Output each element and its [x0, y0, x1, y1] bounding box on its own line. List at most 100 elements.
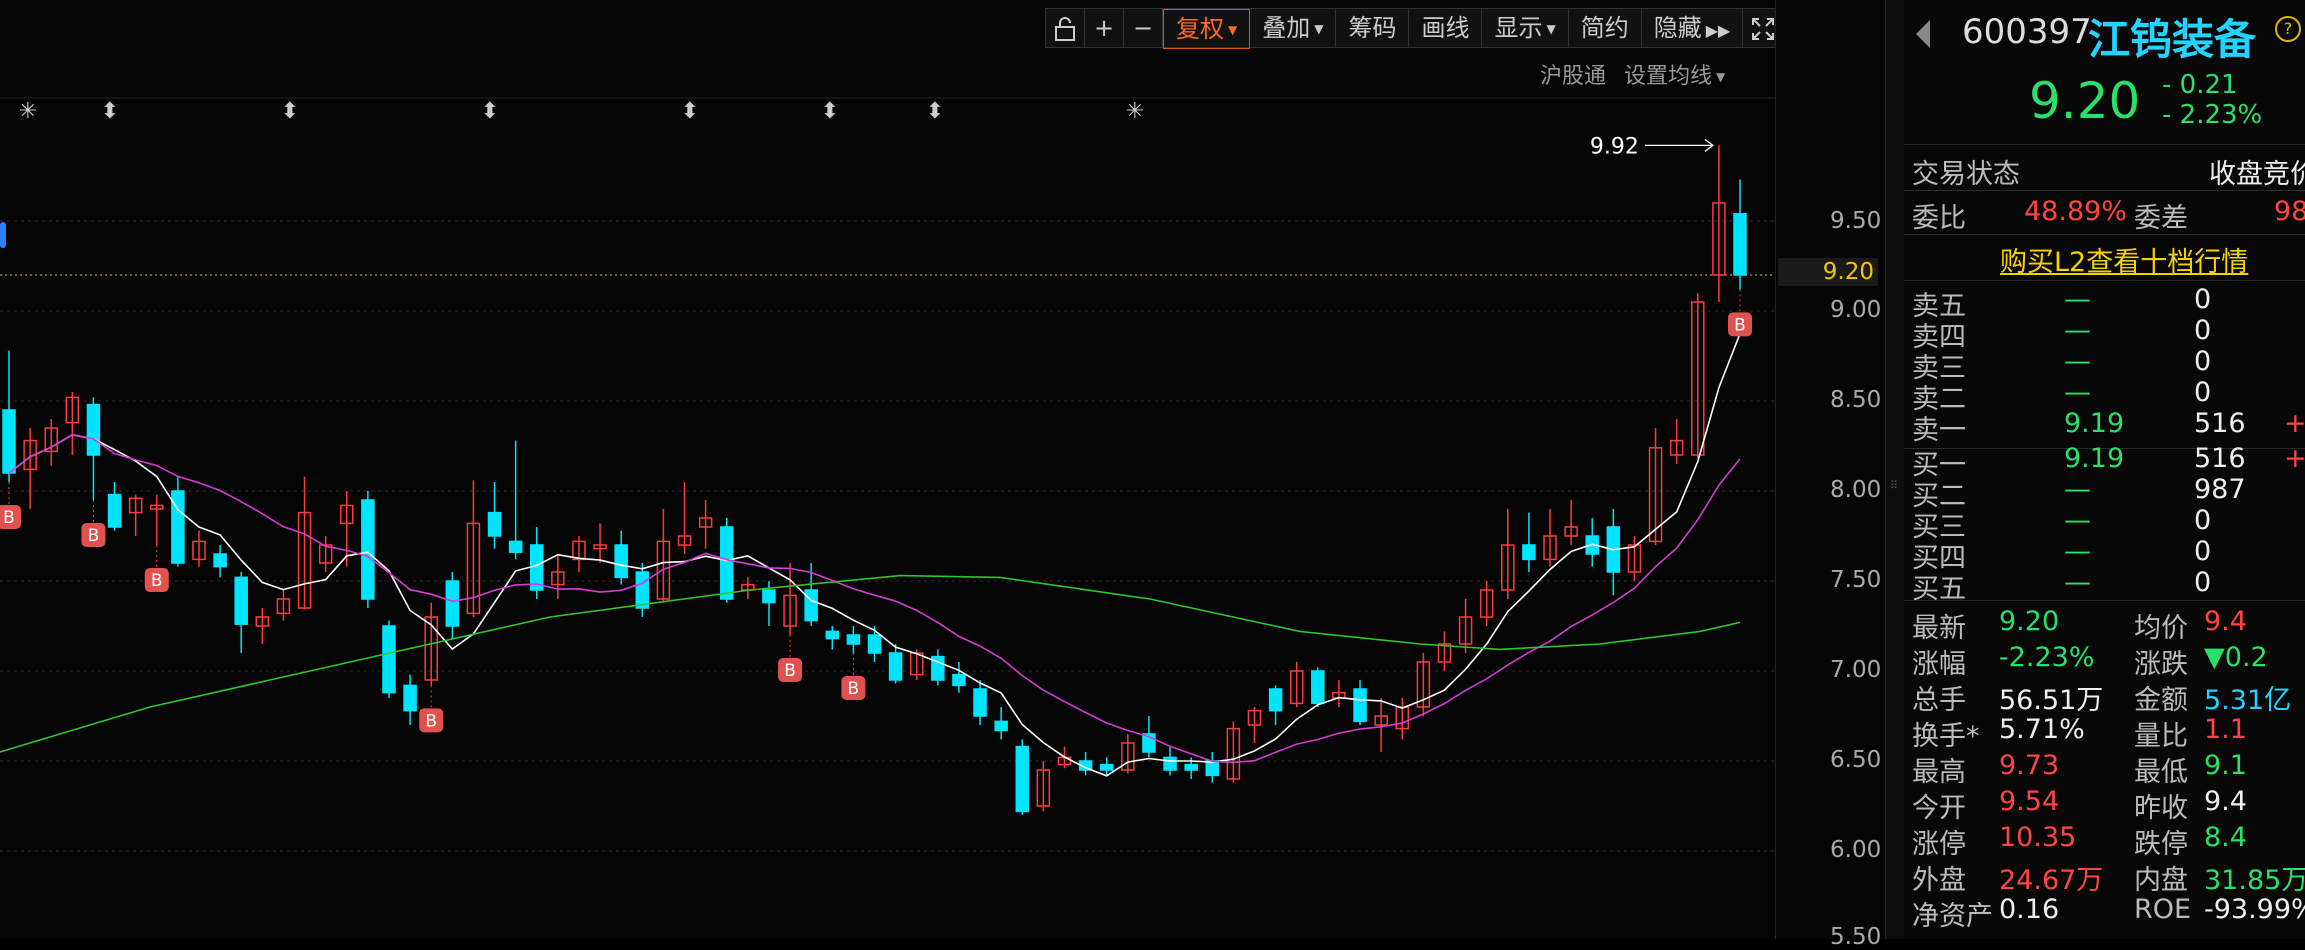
yincang-button[interactable]: 隐藏 ▶▶	[1642, 9, 1744, 47]
hugutong-link[interactable]: 沪股通	[1540, 58, 1606, 90]
set-ma-dropdown[interactable]: 设置均线 ▼	[1624, 58, 1725, 90]
help-icon[interactable]: ?	[2275, 16, 2301, 42]
orderbook-volume: 516	[2194, 408, 2246, 439]
chevron-down-icon: ▼	[1228, 23, 1238, 37]
unlock-icon[interactable]	[1046, 9, 1085, 47]
candle-body	[846, 634, 861, 645]
event-marker-icon: ⬍	[481, 99, 499, 124]
chevron-down-icon: ▼	[1716, 70, 1726, 84]
star-icon: ✳	[19, 99, 37, 124]
candle-body	[213, 553, 227, 568]
chouma-button[interactable]: 筹码	[1336, 9, 1410, 47]
candle-body	[1311, 670, 1325, 705]
candle-body	[1015, 745, 1030, 813]
orderbook-volume: 0	[2194, 567, 2212, 598]
stat-value: 24.67万	[1999, 865, 2104, 896]
event-marker-icon: ⬍	[281, 99, 299, 124]
change-value: - 0.21	[2162, 70, 2238, 100]
zoom-out-button[interactable]: −	[1124, 9, 1163, 47]
stat-value: 9.54	[1999, 786, 2060, 817]
stat-label: 均价	[2134, 613, 2188, 644]
panel-splitter[interactable]: ⠿	[1885, 0, 1905, 939]
orderbook-price: —	[2064, 315, 2091, 346]
chevron-down-icon: ▼	[1314, 22, 1324, 36]
stat-label: 涨停	[1912, 829, 1966, 860]
buy-l2-link[interactable]: 购买L2查看十档行情	[2000, 240, 2248, 279]
kline-chart[interactable]: B B B B B B B ✳ ⬍ ⬍ ⬍ ⬍ ⬍ ⬍ ✳ 9.92	[0, 0, 1775, 939]
candle-body	[635, 571, 650, 609]
candle-body	[867, 634, 882, 654]
stat-value: 9.4	[2204, 786, 2247, 817]
trade-status-label: 交易状态	[1912, 159, 2020, 190]
fuquan-button[interactable]: 复权 ▼	[1163, 9, 1251, 49]
stat-value: 9.20	[1999, 606, 2060, 637]
candle-body	[382, 625, 396, 694]
orderbook-delta: +4	[2284, 443, 2305, 474]
candle-body	[508, 540, 523, 553]
collapse-arrow-icon[interactable]	[1916, 20, 1930, 48]
orderbook-volume: 0	[2194, 346, 2212, 377]
candle-body	[973, 688, 987, 717]
event-marker-icon: ⬍	[821, 99, 839, 124]
event-marker-icon: ⬍	[681, 99, 699, 124]
stat-label: 金额	[2134, 685, 2188, 716]
diejia-button[interactable]: 叠加 ▼	[1250, 9, 1337, 47]
current-price-label: 9.20	[1778, 258, 1878, 286]
candle-body	[2, 409, 16, 474]
candle-body	[529, 544, 544, 591]
b-signal-label: B	[151, 571, 163, 591]
stat-value: 9.1	[2204, 750, 2247, 781]
y-tick: 9.00	[1830, 297, 1882, 323]
double-chevron-right-icon: ▶▶	[1705, 21, 1731, 40]
stat-label: 涨幅	[1912, 649, 1966, 680]
stat-value: 5.71%	[1999, 714, 2085, 745]
candle-body	[403, 684, 417, 712]
huaxian-button[interactable]: 画线	[1409, 9, 1483, 47]
stock-header: 600397 江钨装备 ?	[1904, 0, 2305, 70]
stat-value: 56.51万	[1999, 685, 2104, 716]
y-tick: 6.00	[1830, 837, 1882, 863]
fuquan-label: 复权	[1176, 15, 1224, 43]
y-tick: 7.50	[1830, 567, 1882, 593]
orderbook-volume: 516	[2194, 443, 2246, 474]
quote-panel: 600397 江钨装备 ? 9.20 - 0.21 - 2.23% 交易状态 收…	[1904, 0, 2305, 939]
stat-label: 最新	[1912, 613, 1966, 644]
stat-label: 外盘	[1912, 865, 1966, 896]
candle-body	[804, 589, 818, 622]
stat-label: 昨收	[2134, 793, 2188, 824]
divider	[1904, 190, 2305, 191]
star-icon: ✳	[1126, 99, 1144, 124]
candle-body	[1733, 213, 1747, 276]
divider	[1904, 600, 2305, 601]
jianyue-button[interactable]: 简约	[1569, 9, 1642, 47]
orderbook-price: —	[2064, 505, 2091, 536]
kline-chart-area[interactable]: B B B B B B B ✳ ⬍ ⬍ ⬍ ⬍ ⬍ ⬍ ✳ 9.92 + − 复权 ▼ 叠加 ▼ 筹码 画线 显示…	[0, 0, 1783, 939]
stat-label: 总手	[1912, 685, 1966, 716]
event-marker-icon: ⬍	[926, 99, 944, 124]
ma5-line	[8, 333, 1741, 777]
b-signal-label: B	[88, 526, 100, 546]
candle-body	[825, 630, 840, 640]
b-signal-label: B	[425, 711, 437, 731]
orderbook-price: —	[2064, 346, 2091, 377]
divider	[1904, 144, 2305, 145]
stat-value: -93.99%	[2204, 894, 2305, 925]
candle-body	[1205, 760, 1220, 777]
candle-body	[719, 526, 734, 600]
orderbook-volume: 987	[2194, 474, 2246, 505]
stock-name[interactable]: 江钨装备	[2088, 6, 2256, 67]
y-tick: 8.50	[1830, 387, 1882, 413]
weibi-value: 48.89%	[2024, 196, 2127, 227]
stat-value: 10.35	[1999, 822, 2077, 853]
xianshi-button[interactable]: 显示 ▼	[1482, 9, 1569, 47]
stat-value: 31.85万	[2204, 865, 2305, 896]
chevron-down-icon: ▼	[1546, 22, 1556, 36]
orderbook-volume: 0	[2194, 284, 2212, 315]
zoom-in-button[interactable]: +	[1085, 9, 1124, 47]
candle-body	[888, 652, 903, 681]
candle-body	[1353, 688, 1367, 723]
stock-code: 600397	[1962, 12, 2092, 52]
orderbook-price: —	[2064, 474, 2091, 505]
orderbook-volume: 0	[2194, 505, 2212, 536]
candle-body	[107, 493, 122, 528]
